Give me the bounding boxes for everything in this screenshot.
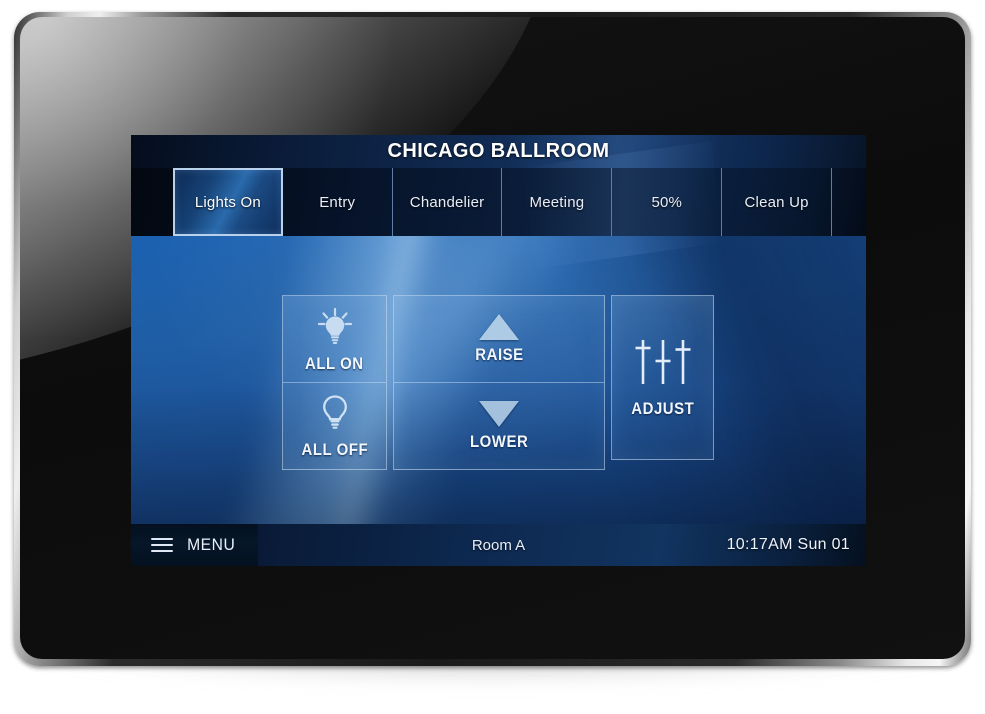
tab-meeting[interactable]: Meeting — [502, 168, 613, 236]
raise-button[interactable]: RAISE — [394, 296, 604, 383]
tab-spacer-left — [131, 168, 173, 236]
triangle-up-icon — [479, 313, 519, 340]
tab-label: Lights On — [194, 193, 261, 211]
lighting-controls: ALL ON ALL OFF RAISE LOWER ADJUST — [282, 295, 714, 470]
status-bar: MENU Room A 10:17AM Sun 01 — [131, 524, 866, 566]
tab-label: Clean Up — [744, 193, 809, 211]
all-on-label: ALL ON — [305, 353, 364, 373]
sliders-icon — [632, 336, 694, 388]
all-off-button[interactable]: ALL OFF — [283, 383, 386, 469]
tab-label: Meeting — [529, 193, 585, 211]
tab-label: 50% — [651, 193, 683, 211]
lightbulb-on-icon — [313, 305, 357, 349]
tab-50-percent[interactable]: 50% — [612, 168, 723, 236]
lower-button[interactable]: LOWER — [394, 383, 604, 469]
adjust-cell: ADJUST — [612, 296, 713, 459]
dim-button-group: RAISE LOWER — [393, 295, 605, 470]
clock-display: 10:17AM Sun 01 — [726, 536, 850, 553]
title-bar: CHICAGO BALLROOM — [131, 135, 866, 215]
adjust-button[interactable]: ADJUST — [611, 295, 714, 460]
adjust-label: ADJUST — [630, 399, 695, 418]
touch-panel-screen: CHICAGO BALLROOM Lights On Entry Chandel… — [131, 135, 866, 566]
page-title: CHICAGO BALLROOM — [387, 140, 610, 162]
all-off-label: ALL OFF — [301, 439, 368, 459]
lightbulb-off-icon — [315, 393, 355, 435]
tab-chandelier[interactable]: Chandelier — [393, 168, 503, 236]
tab-clean-up[interactable]: Clean Up — [722, 168, 833, 236]
raise-label: RAISE — [474, 344, 524, 364]
all-on-button[interactable]: ALL ON — [283, 296, 386, 383]
power-button-group: ALL ON ALL OFF — [282, 295, 387, 470]
screenshot-stage: CHICAGO BALLROOM Lights On Entry Chandel… — [0, 0, 985, 714]
tab-lights-on[interactable]: Lights On — [172, 168, 283, 236]
tab-spacer-right — [832, 168, 866, 236]
tab-label: Chandelier — [409, 193, 485, 211]
triangle-down-icon — [479, 400, 519, 427]
lower-label: LOWER — [469, 431, 529, 451]
tab-label: Entry — [319, 193, 356, 211]
preset-tab-bar: Lights On Entry Chandelier Meeting 50% C… — [131, 141, 866, 270]
tab-entry[interactable]: Entry — [283, 168, 393, 236]
